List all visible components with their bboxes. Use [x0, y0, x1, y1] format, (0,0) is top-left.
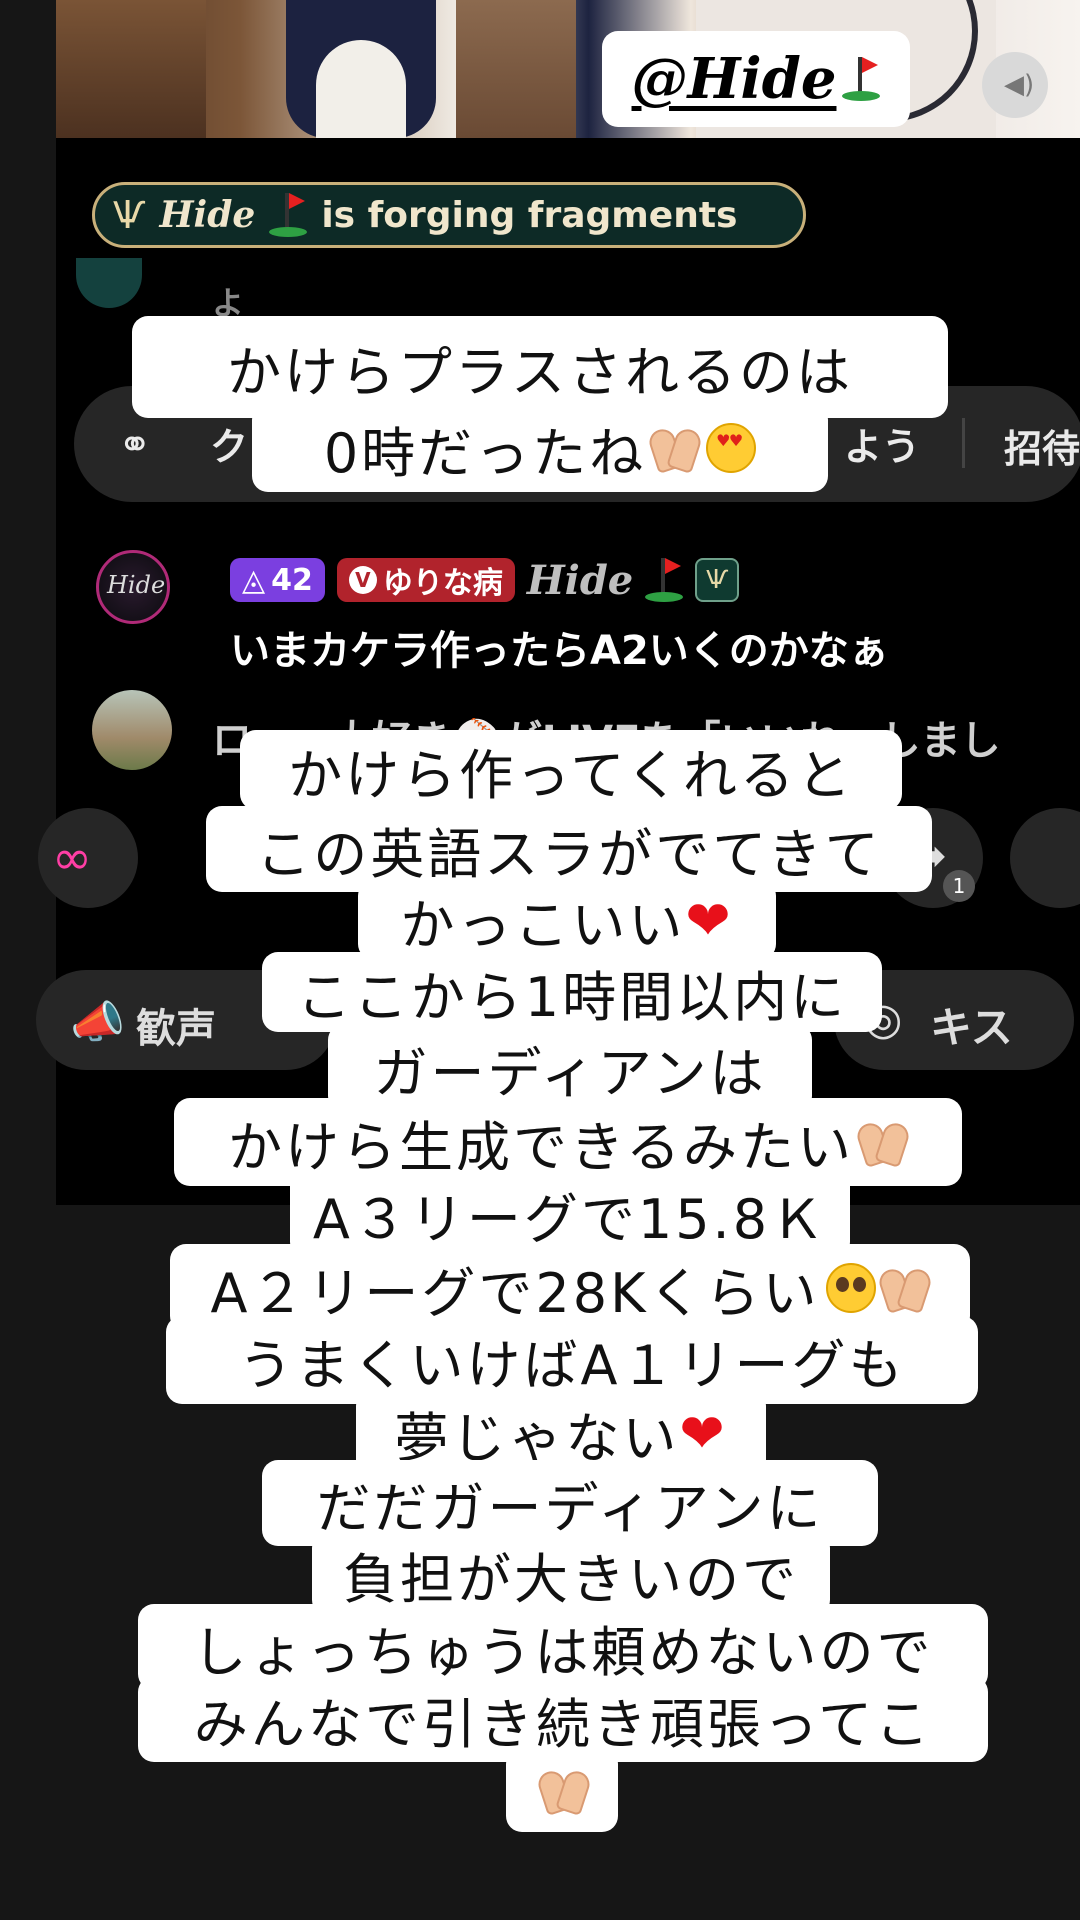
video-hair-right: [456, 0, 576, 138]
handshake-icon: ⚭: [118, 422, 152, 468]
live-video-frame[interactable]: [56, 0, 1080, 138]
mention-text: @Hide: [631, 46, 837, 112]
banner-message: is forging fragments: [321, 194, 738, 236]
caption-line: [506, 1748, 618, 1832]
loop-icon: ∞: [52, 830, 92, 886]
faded-avatar: [76, 258, 142, 308]
speaker-button[interactable]: ◀): [982, 52, 1048, 118]
heart-emoji: ❤: [685, 888, 734, 952]
level-icon: ◬: [242, 562, 266, 598]
heart-emoji: ❤: [679, 1401, 728, 1465]
chat-message: Hide ◬ 42 V ゆりな病 Hide Ѱ いまカケラ作ったらA2いくのかなぁ: [96, 548, 1076, 678]
avatar-text: Hide: [107, 571, 166, 599]
pleading-face-emoji: [825, 1263, 876, 1313]
guardian-badge: Ѱ: [695, 558, 740, 602]
heart-eyes-emoji: [706, 423, 757, 473]
caption-text: みんなで引き続き頑張ってこ: [193, 1692, 933, 1756]
screen: Ѱ Hide is forging fragments よう ⚭ クリ よう 招…: [0, 0, 1080, 1920]
loop-button[interactable]: ∞: [38, 808, 138, 908]
gift-banner: Ѱ Hide is forging fragments: [92, 182, 806, 248]
fan-badge-v: V: [348, 566, 377, 594]
fan-badge-label: ゆりな病: [382, 566, 503, 601]
like-avatar: [92, 690, 172, 770]
invite-button[interactable]: 招待: [1004, 418, 1080, 473]
banner-username: Hide: [159, 194, 256, 236]
action-right-text: よう: [844, 425, 921, 469]
antler-icon: Ѱ: [113, 193, 146, 237]
chat-badges: ◬ 42 V ゆりな病 Hide Ѱ: [230, 556, 740, 604]
caption-text: かっこいい: [400, 893, 686, 957]
caption-text: ここから1時間以内に: [296, 965, 848, 1029]
megaphone-icon: 📣: [70, 997, 125, 1048]
caption-line: かけら作ってくれると: [240, 730, 902, 810]
caption-text: だだガーディアンに: [316, 1476, 824, 1540]
chat-username[interactable]: Hide: [527, 557, 633, 604]
caption-line: 0時だったね: [252, 404, 828, 492]
chat-message-text: いまカケラ作ったらA2いくのかなぁ: [230, 628, 889, 674]
golf-flag-icon: [269, 191, 308, 239]
action-divider: [962, 418, 965, 468]
golf-flag-icon: [842, 55, 881, 103]
level-badge: ◬ 42: [230, 558, 325, 602]
cheer-label: 歓声: [136, 1006, 216, 1052]
caption-line: かけらプラスされるのは: [132, 316, 948, 418]
mention-tag: @Hide: [602, 31, 910, 127]
heart-hands-emoji: [539, 1767, 589, 1813]
caption-text: かけらプラスされるのは: [227, 340, 853, 404]
kiss-label: キス: [930, 1003, 1013, 1052]
speaker-icon: ◀): [1004, 70, 1035, 100]
video-lace: [316, 40, 406, 138]
video-hair-left: [56, 0, 206, 138]
avatar[interactable]: Hide: [96, 550, 170, 624]
caption-text: 0時だったね: [323, 421, 647, 485]
caption-text: うまくいけばA１リーグも: [238, 1333, 906, 1397]
caption-text: A３リーグで15.8Ｋ: [312, 1187, 828, 1251]
caption-text: ガーディアンは: [373, 1041, 767, 1105]
caption-text: この英語スラがでてきて: [256, 822, 882, 886]
caption-line: ここから1時間以内に: [262, 952, 882, 1032]
share-count: 1: [943, 870, 975, 902]
heart-hands-emoji: [650, 425, 700, 471]
caption-text: しょっちゅうは頼めないので: [192, 1620, 934, 1684]
heart-hands-emoji: [880, 1265, 930, 1311]
caption-text: 負担が大きいので: [343, 1547, 799, 1611]
heart-hands-emoji: [858, 1119, 908, 1165]
level-value: 42: [271, 562, 313, 598]
caption-line: かっこいい ❤: [358, 880, 776, 960]
caption-text: かけら作ってくれると: [288, 743, 854, 807]
golf-flag-icon: [645, 556, 684, 604]
fan-badge: V ゆりな病: [336, 558, 515, 602]
